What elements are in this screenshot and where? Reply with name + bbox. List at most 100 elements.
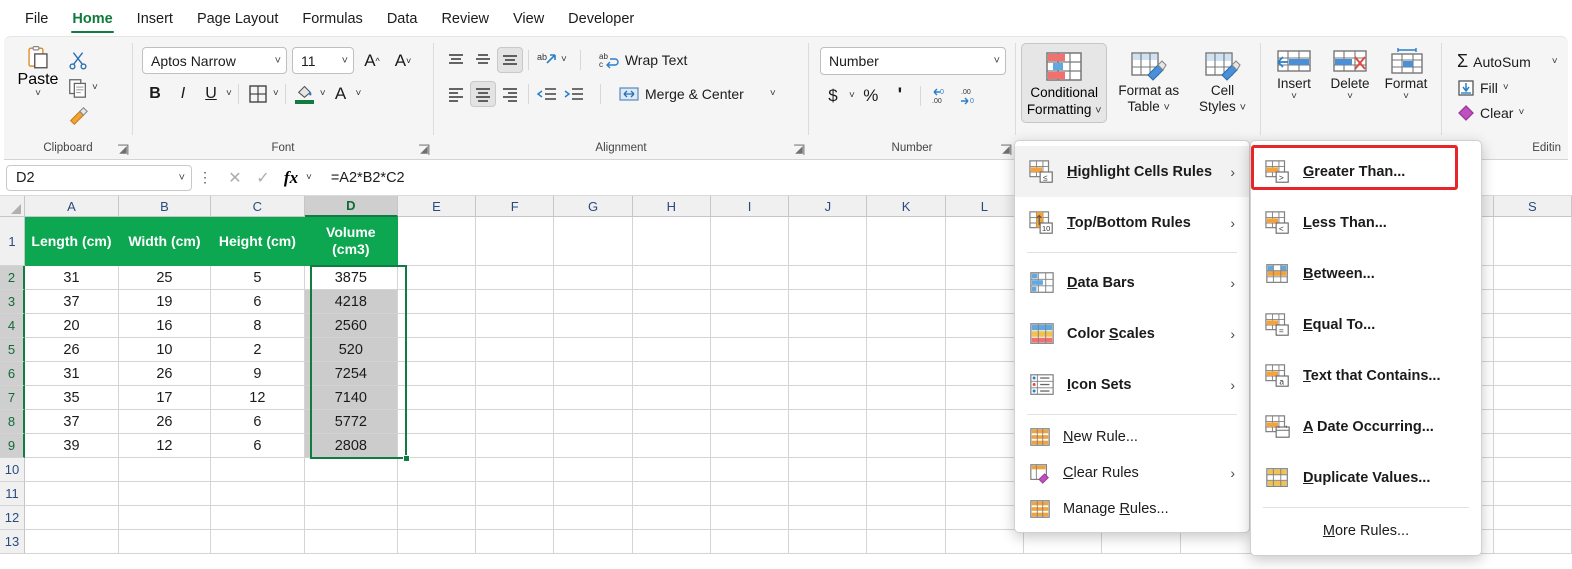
cell-s10[interactable] xyxy=(1494,458,1572,482)
increase-indent-button[interactable] xyxy=(561,81,587,107)
menu-item-equal-to[interactable]: = Equal To... xyxy=(1251,299,1481,350)
decrease-indent-button[interactable] xyxy=(534,81,560,107)
cell-a12[interactable] xyxy=(25,506,119,530)
cell-l10[interactable] xyxy=(946,458,1024,482)
cell-j4[interactable] xyxy=(789,314,867,338)
align-center-button[interactable] xyxy=(470,81,496,107)
cell-i8[interactable] xyxy=(711,410,789,434)
cell-f5[interactable] xyxy=(476,338,554,362)
tab-developer[interactable]: Developer xyxy=(557,5,645,31)
cell-e3[interactable] xyxy=(398,290,476,314)
cell-g6[interactable] xyxy=(554,362,632,386)
cell-l4[interactable] xyxy=(946,314,1024,338)
cell-d11[interactable] xyxy=(305,482,398,506)
cell-a3[interactable]: 37 xyxy=(25,290,119,314)
cell-s5[interactable] xyxy=(1494,338,1572,362)
cell-j2[interactable] xyxy=(789,266,867,290)
cell-i13[interactable] xyxy=(711,530,789,554)
increase-decimal-button[interactable]: 0 .00 xyxy=(928,83,954,109)
cell-a1[interactable]: Length (cm) xyxy=(25,217,119,266)
align-right-button[interactable] xyxy=(497,81,523,107)
cell-g4[interactable] xyxy=(554,314,632,338)
cell-h11[interactable] xyxy=(633,482,711,506)
tab-home[interactable]: Home xyxy=(61,5,123,31)
row-header-4[interactable]: 4 xyxy=(0,314,25,338)
cell-l11[interactable] xyxy=(946,482,1024,506)
cell-f11[interactable] xyxy=(476,482,554,506)
formula-bar-options-icon[interactable]: ⋮ xyxy=(197,169,213,186)
column-header-a[interactable]: A xyxy=(25,196,119,217)
cell-h4[interactable] xyxy=(633,314,711,338)
chevron-down-icon[interactable]: ˅ xyxy=(988,55,1000,67)
borders-button[interactable] xyxy=(245,81,271,107)
cell-h1[interactable] xyxy=(633,217,711,266)
format-as-table-button[interactable]: Format as Table ˅ xyxy=(1111,43,1186,115)
cell-c12[interactable] xyxy=(211,506,305,530)
fill-button[interactable]: Fill ˅ xyxy=(1453,77,1562,99)
cell-b4[interactable]: 16 xyxy=(119,314,211,338)
cell-a13[interactable] xyxy=(25,530,119,554)
scissors-icon[interactable] xyxy=(67,49,89,71)
format-cells-button[interactable]: Format ˅ xyxy=(1378,45,1434,102)
cell-b3[interactable]: 19 xyxy=(119,290,211,314)
cell-e2[interactable] xyxy=(398,266,476,290)
row-header-9[interactable]: 9 xyxy=(0,434,25,458)
cell-a11[interactable] xyxy=(25,482,119,506)
cell-e7[interactable] xyxy=(398,386,476,410)
align-top-button[interactable] xyxy=(443,47,469,73)
cell-b5[interactable]: 10 xyxy=(119,338,211,362)
cell-c5[interactable]: 2 xyxy=(211,338,305,362)
cell-s1[interactable] xyxy=(1494,217,1572,266)
menu-item-greater-than[interactable]: > Greater Than... xyxy=(1251,146,1481,197)
cell-f6[interactable] xyxy=(476,362,554,386)
row-header-5[interactable]: 5 xyxy=(0,338,25,362)
currency-button[interactable]: $ xyxy=(820,83,846,109)
cell-g1[interactable] xyxy=(554,217,632,266)
orientation-button[interactable]: ab xyxy=(534,47,560,73)
paste-caret-icon[interactable]: ˅ xyxy=(35,89,41,99)
italic-button[interactable]: I xyxy=(170,81,196,107)
row-header-1[interactable]: 1 xyxy=(0,217,25,266)
cell-j11[interactable] xyxy=(789,482,867,506)
fill-color-caret-icon[interactable]: ˅ xyxy=(320,89,326,99)
cell-k5[interactable] xyxy=(867,338,945,362)
decrease-decimal-button[interactable]: .00 0 xyxy=(957,83,983,109)
tab-insert[interactable]: Insert xyxy=(126,5,184,31)
menu-item-color-scales[interactable]: Color Scales › xyxy=(1015,308,1249,359)
font-color-button[interactable]: A xyxy=(328,81,354,107)
fill-handle[interactable] xyxy=(403,455,410,462)
cell-k7[interactable] xyxy=(867,386,945,410)
menu-item-top-bottom-rules[interactable]: 10 Top/Bottom Rules › xyxy=(1015,197,1249,248)
cell-e4[interactable] xyxy=(398,314,476,338)
cell-a6[interactable]: 31 xyxy=(25,362,119,386)
cell-j8[interactable] xyxy=(789,410,867,434)
row-header-8[interactable]: 8 xyxy=(0,410,25,434)
tab-data[interactable]: Data xyxy=(376,5,429,31)
cell-b6[interactable]: 26 xyxy=(119,362,211,386)
cell-b8[interactable]: 26 xyxy=(119,410,211,434)
cell-s6[interactable] xyxy=(1494,362,1572,386)
cell-k1[interactable] xyxy=(867,217,945,266)
cell-l1[interactable] xyxy=(946,217,1024,266)
column-header-k[interactable]: K xyxy=(867,196,945,217)
cell-e8[interactable] xyxy=(398,410,476,434)
merge-center-button[interactable]: Merge & Center ˅ xyxy=(614,83,781,105)
cell-c13[interactable] xyxy=(211,530,305,554)
cell-e1[interactable] xyxy=(398,217,476,266)
cell-g9[interactable] xyxy=(554,434,632,458)
cell-l8[interactable] xyxy=(946,410,1024,434)
orientation-caret-icon[interactable]: ˅ xyxy=(561,55,567,65)
column-header-l[interactable]: L xyxy=(946,196,1024,217)
tab-view[interactable]: View xyxy=(502,5,555,31)
clear-button[interactable]: Clear ˅ xyxy=(1453,102,1562,124)
conditional-formatting-button[interactable]: Conditional Formatting ˅ xyxy=(1021,43,1107,123)
cell-g12[interactable] xyxy=(554,506,632,530)
font-size-input[interactable]: 11 ˅ xyxy=(292,47,354,74)
cell-a7[interactable]: 35 xyxy=(25,386,119,410)
increase-font-size-button[interactable]: A^ xyxy=(359,48,385,74)
cell-h12[interactable] xyxy=(633,506,711,530)
row-header-11[interactable]: 11 xyxy=(0,482,25,506)
cell-s9[interactable] xyxy=(1494,434,1572,458)
cell-b11[interactable] xyxy=(119,482,211,506)
cell-l7[interactable] xyxy=(946,386,1024,410)
